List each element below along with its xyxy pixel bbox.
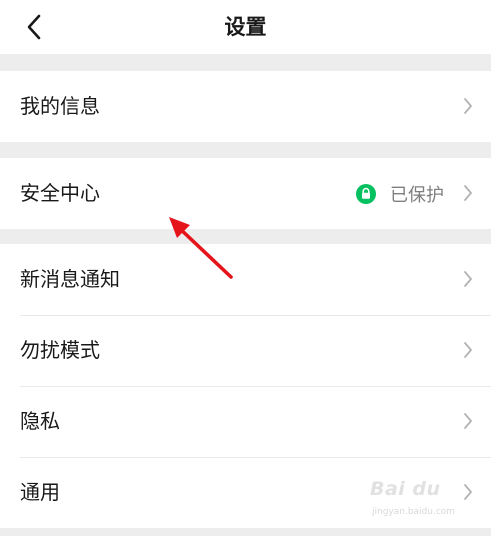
chevron-right-icon: [464, 185, 472, 201]
settings-item-privacy[interactable]: 隐私: [0, 386, 491, 457]
settings-group-security: 安全中心 已保护: [0, 158, 491, 229]
settings-item-notifications[interactable]: 新消息通知: [0, 244, 491, 315]
settings-item-label: 勿扰模式: [20, 338, 100, 362]
security-status: 已保护: [356, 158, 444, 229]
top-bar: 设置: [0, 0, 491, 54]
lock-icon: [356, 183, 376, 204]
settings-item-general[interactable]: 通用: [0, 457, 491, 528]
chevron-right-icon: [464, 271, 472, 287]
settings-item-label: 通用: [20, 480, 60, 504]
page-title: 设置: [224, 15, 267, 39]
settings-item-my-info[interactable]: 我的信息: [0, 71, 491, 142]
chevron-right-icon: [464, 484, 472, 500]
settings-item-label: 安全中心: [20, 181, 100, 205]
settings-group-profile: 我的信息: [0, 71, 491, 142]
settings-item-security-center[interactable]: 安全中心 已保护: [0, 158, 491, 229]
security-status-text: 已保护: [390, 184, 444, 206]
chevron-right-icon: [464, 342, 472, 358]
settings-item-label: 新消息通知: [20, 267, 120, 291]
settings-item-do-not-disturb[interactable]: 勿扰模式: [0, 315, 491, 386]
chevron-right-icon: [464, 413, 472, 429]
settings-item-label: 隐私: [20, 409, 60, 433]
chevron-right-icon: [464, 98, 472, 114]
settings-item-label: 我的信息: [20, 94, 100, 118]
settings-group-general: 新消息通知 勿扰模式 隐私 通用: [0, 244, 491, 528]
